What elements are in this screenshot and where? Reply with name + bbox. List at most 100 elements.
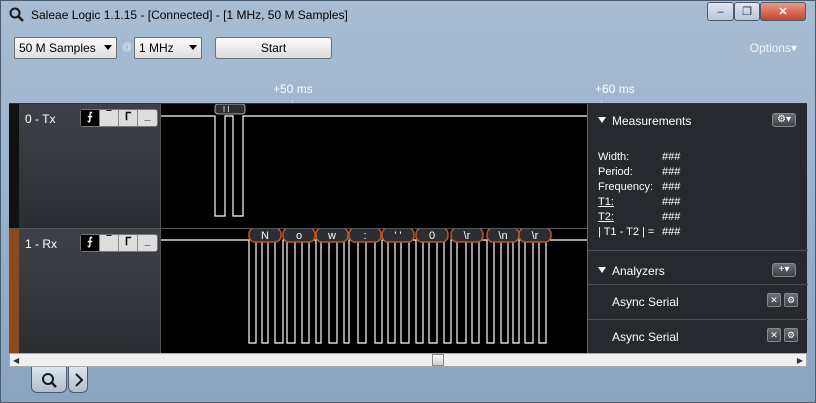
measurement-label: Width: xyxy=(598,151,630,163)
falling-edge-trigger-icon[interactable]: ᒥ xyxy=(119,110,138,126)
decode-label: \r xyxy=(464,230,471,242)
chevron-right-icon xyxy=(75,373,84,387)
measurement-value: ### xyxy=(662,181,681,193)
close-icon[interactable]: ✕ xyxy=(767,293,781,307)
waveform-rx[interactable]: No w: ' ' 0 \r \n \r xyxy=(161,228,587,354)
gear-icon[interactable]: ⚙ xyxy=(784,293,798,307)
channel-header-0[interactable]: 0 - Tx ⨍ ‾ ᒥ _ xyxy=(9,104,161,228)
analyzer-item[interactable]: Async Serial ✕ ⚙ xyxy=(588,284,808,318)
measurement-value: ### xyxy=(662,196,681,208)
measurement-row: | T1 - T2 | = ### xyxy=(598,225,680,240)
decode-bubble: w xyxy=(315,229,349,243)
chevron-down-icon xyxy=(104,45,112,50)
measurement-label: Frequency: xyxy=(598,181,654,193)
analyzers-title: Analyzers xyxy=(612,264,665,278)
decode-label: \n xyxy=(498,230,507,242)
chevron-down-icon xyxy=(189,45,197,50)
t1-cursor-link[interactable]: T1: xyxy=(598,195,660,210)
channel-header-1[interactable]: 1 - Rx ⨍ ‾ ᒥ _ xyxy=(9,228,161,354)
close-button[interactable]: ✕ xyxy=(760,2,806,21)
measurement-row: Frequency: ### xyxy=(598,180,680,195)
time-tick-label: +50 ms xyxy=(273,82,313,96)
side-panel: Measurements ⚙▾ Width: ### Period: ### Fre… xyxy=(587,104,808,354)
rx-signal: No w: ' ' 0 \r \n \r xyxy=(161,229,587,344)
analyzer-controls: ✕ ⚙ xyxy=(767,328,798,342)
decode-label: N xyxy=(261,230,269,242)
high-level-trigger-icon[interactable]: ‾ xyxy=(100,235,119,251)
expand-tab[interactable] xyxy=(68,367,88,393)
rising-edge-trigger-icon[interactable]: ⨍ xyxy=(81,110,100,126)
measurement-value: ### xyxy=(662,226,681,238)
bottom-bar xyxy=(9,367,807,397)
search-icon xyxy=(9,7,24,22)
add-analyzer-icon[interactable]: +▾ xyxy=(772,263,796,277)
decode-label: \r xyxy=(532,230,539,242)
decode-bubble: 0 xyxy=(415,229,449,243)
decode-label: ' ' xyxy=(394,230,401,242)
low-level-trigger-icon[interactable]: _ xyxy=(138,235,157,251)
channel-label: 1 - Rx xyxy=(25,237,58,251)
measurement-label: | T1 - T2 | = xyxy=(598,226,655,238)
scrollbar-thumb[interactable] xyxy=(432,354,444,366)
decode-label: : xyxy=(363,230,366,242)
rising-edge-trigger-icon[interactable]: ⨍ xyxy=(81,235,100,251)
decode-bubble: ' ' xyxy=(381,229,415,243)
capture-area: 0 - Tx ⨍ ‾ ᒥ _ ǀ ǀ 1 - Rx ⨍ ‾ ᒥ _ N o w … xyxy=(9,103,808,354)
search-tab[interactable] xyxy=(31,367,67,393)
close-icon[interactable]: ✕ xyxy=(767,328,781,342)
title-bar: Saleae Logic 1.1.15 - [Connected] - [1 M… xyxy=(1,1,815,31)
analyzer-name: Async Serial xyxy=(612,295,679,309)
gear-icon[interactable]: ⚙▾ xyxy=(772,113,796,127)
measurement-row: Period: ### xyxy=(598,165,680,180)
divider xyxy=(588,250,808,251)
measurement-row: Width: ### xyxy=(598,150,680,165)
high-level-trigger-icon[interactable]: ‾ xyxy=(100,110,119,126)
waveform-tx[interactable]: ǀ ǀ xyxy=(161,104,587,228)
measurement-value: ### xyxy=(662,211,681,223)
collapse-triangle-icon xyxy=(598,117,606,123)
time-tick-label: +60 ms xyxy=(595,82,635,96)
measurement-row: T1: ### xyxy=(598,195,680,210)
scroll-left-icon[interactable]: ◀ xyxy=(13,356,19,365)
low-level-trigger-icon[interactable]: _ xyxy=(138,110,157,126)
decode-label: w xyxy=(327,230,336,242)
gear-icon[interactable]: ⚙ xyxy=(784,328,798,342)
minimize-button[interactable]: – xyxy=(707,2,734,21)
decode-bubble: o xyxy=(282,229,316,243)
restore-button[interactable]: ❐ xyxy=(734,2,760,21)
measurement-row: T2: ### xyxy=(598,210,680,225)
measurement-value: ### xyxy=(662,166,681,178)
decode-label: 0 xyxy=(429,230,435,242)
trigger-group: ⨍ ‾ ᒥ _ xyxy=(80,234,158,252)
start-button[interactable]: Start xyxy=(215,37,332,59)
scroll-right-icon[interactable]: ▶ xyxy=(797,356,803,365)
analyzers-header[interactable]: Analyzers +▾ xyxy=(588,254,808,284)
decode-label: o xyxy=(296,230,302,242)
measurements-title: Measurements xyxy=(612,114,692,128)
sample-rate-select-value: 1 MHz xyxy=(139,41,174,55)
options-menu[interactable]: Options▾ xyxy=(750,41,797,55)
analyzer-item[interactable]: Async Serial ✕ ⚙ xyxy=(588,319,808,353)
samples-select[interactable]: 50 M Samples xyxy=(14,37,117,59)
measurements-header[interactable]: Measurements ⚙▾ xyxy=(588,104,808,134)
sample-rate-select[interactable]: 1 MHz xyxy=(134,37,202,59)
time-ruler: +50 ms ↓ +60 ms ↓ xyxy=(9,61,807,107)
search-icon xyxy=(42,373,57,388)
measurement-label: Period: xyxy=(598,166,633,178)
channel-label: 0 - Tx xyxy=(25,112,56,126)
decode-bubble: \r xyxy=(518,229,552,243)
channel-color-strip xyxy=(9,104,19,228)
tx-signal: ǀ ǀ xyxy=(161,104,587,217)
decode-bubble: \r xyxy=(450,229,484,243)
decode-bubble: N xyxy=(248,229,282,243)
at-label: @ xyxy=(122,42,133,53)
decode-bubble: : xyxy=(348,229,382,243)
toolbar: 50 M Samples @ 1 MHz Start Options▾ xyxy=(9,31,807,59)
app-window: Saleae Logic 1.1.15 - [Connected] - [1 M… xyxy=(0,0,816,403)
analyzer-name: Async Serial xyxy=(612,330,679,344)
measurement-value: ### xyxy=(662,151,681,163)
horizontal-scrollbar[interactable]: ◀ ▶ xyxy=(9,353,807,367)
t2-cursor-link[interactable]: T2: xyxy=(598,210,660,225)
falling-edge-trigger-icon[interactable]: ᒥ xyxy=(119,235,138,251)
window-title: Saleae Logic 1.1.15 - [Connected] - [1 M… xyxy=(31,8,348,22)
